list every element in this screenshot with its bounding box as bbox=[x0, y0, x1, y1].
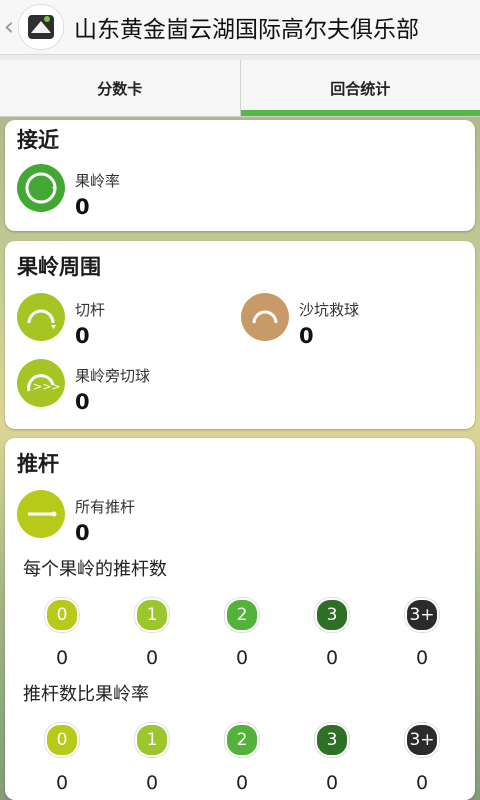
section-title: 接近 bbox=[17, 128, 59, 152]
tab-round-stats[interactable]: 回合统计 bbox=[239, 60, 480, 116]
approach-card: 接近 果岭率 0 bbox=[5, 120, 475, 231]
stat-sand-save: 沙坑救球 0 bbox=[241, 293, 359, 348]
ratio-3-value: 0 bbox=[325, 772, 339, 794]
putts-2-value: 0 bbox=[235, 647, 249, 669]
putts-per-green-row: 0 0 1 0 2 0 3 0 3+ 0 bbox=[5, 598, 475, 669]
putts-3: 3 0 bbox=[287, 598, 377, 669]
putts-0: 0 0 bbox=[17, 598, 107, 669]
putts-vs-gir-heading: 推杆数比果岭率 bbox=[23, 684, 149, 705]
tab-bar: 分数卡 回合统计 bbox=[0, 60, 480, 117]
ratio-1-value: 0 bbox=[145, 772, 159, 794]
putts-per-green-heading: 每个果岭的推杆数 bbox=[23, 559, 167, 580]
ratio-3plus-badge: 3+ bbox=[405, 723, 439, 757]
section-title: 推杆 bbox=[17, 452, 59, 476]
stat-value: 0 bbox=[299, 324, 314, 348]
ratio-3: 3 0 bbox=[287, 723, 377, 794]
putts-vs-gir-row: 0 0 1 0 2 0 3 0 3+ 0 bbox=[5, 723, 475, 794]
sand-save-icon bbox=[241, 293, 289, 341]
ratio-0: 0 0 bbox=[17, 723, 107, 794]
putts-3-value: 0 bbox=[325, 647, 339, 669]
stat-value: 0 bbox=[75, 324, 90, 348]
putt-icon bbox=[17, 490, 65, 538]
ratio-2: 2 0 bbox=[197, 723, 287, 794]
putts-1-badge: 1 bbox=[135, 598, 169, 632]
ratio-3plus-value: 0 bbox=[415, 772, 429, 794]
putts-1: 1 0 bbox=[107, 598, 197, 669]
ratio-3plus: 3+ 0 bbox=[377, 723, 467, 794]
putts-0-value: 0 bbox=[55, 647, 69, 669]
stat-chip: 切杆 0 bbox=[17, 293, 105, 348]
putts-2: 2 0 bbox=[197, 598, 287, 669]
putts-2-badge: 2 bbox=[225, 598, 259, 632]
ratio-0-value: 0 bbox=[55, 772, 69, 794]
tab-scorecard[interactable]: 分数卡 bbox=[0, 60, 240, 116]
putts-3plus-value: 0 bbox=[415, 647, 429, 669]
ratio-1-badge: 1 bbox=[135, 723, 169, 757]
gir-icon bbox=[17, 164, 65, 212]
stat-label: 果岭旁切球 bbox=[75, 367, 151, 385]
stat-label: 沙坑救球 bbox=[299, 301, 360, 319]
stat-label: 所有推杆 bbox=[75, 498, 136, 516]
section-title: 果岭周围 bbox=[17, 255, 101, 279]
tab-round-stats-label: 回合统计 bbox=[330, 79, 391, 98]
stat-value: 0 bbox=[75, 195, 90, 219]
stat-value: 0 bbox=[75, 390, 90, 414]
ratio-3-badge: 3 bbox=[315, 723, 349, 757]
around-green-card: 果岭周围 切杆 0 沙坑救球 0 >>> 果岭旁切球 0 bbox=[5, 241, 475, 429]
stat-label: 果岭率 bbox=[75, 172, 121, 190]
back-icon[interactable]: ‹ bbox=[0, 0, 18, 54]
tab-scorecard-label: 分数卡 bbox=[97, 79, 143, 98]
ratio-0-badge: 0 bbox=[45, 723, 79, 757]
ratio-1: 1 0 bbox=[107, 723, 197, 794]
putts-1-value: 0 bbox=[145, 647, 159, 669]
page-title: 山东黄金崮云湖国际高尔夫俱乐部 bbox=[74, 17, 419, 43]
ratio-2-value: 0 bbox=[235, 772, 249, 794]
svg-text:>>>: >>> bbox=[33, 380, 61, 393]
stat-all-putts: 所有推杆 0 bbox=[17, 490, 135, 545]
putts-3plus: 3+ 0 bbox=[377, 598, 467, 669]
putts-0-badge: 0 bbox=[45, 598, 79, 632]
greenside-chip-icon: >>> bbox=[17, 359, 65, 407]
stat-gir: 果岭率 0 bbox=[17, 164, 120, 219]
stat-value: 0 bbox=[75, 521, 90, 545]
chip-icon bbox=[17, 293, 65, 341]
putts-3plus-badge: 3+ bbox=[405, 598, 439, 632]
putting-card: 推杆 所有推杆 0 每个果岭的推杆数 0 0 1 0 2 0 3 0 3+ 0 bbox=[5, 438, 475, 800]
ratio-2-badge: 2 bbox=[225, 723, 259, 757]
stat-greenside-chip: >>> 果岭旁切球 0 bbox=[17, 359, 150, 414]
putts-3-badge: 3 bbox=[315, 598, 349, 632]
title-bar: ‹ 山东黄金崮云湖国际高尔夫俱乐部 bbox=[0, 0, 480, 55]
club-logo bbox=[18, 4, 64, 50]
stat-label: 切杆 bbox=[75, 301, 106, 319]
